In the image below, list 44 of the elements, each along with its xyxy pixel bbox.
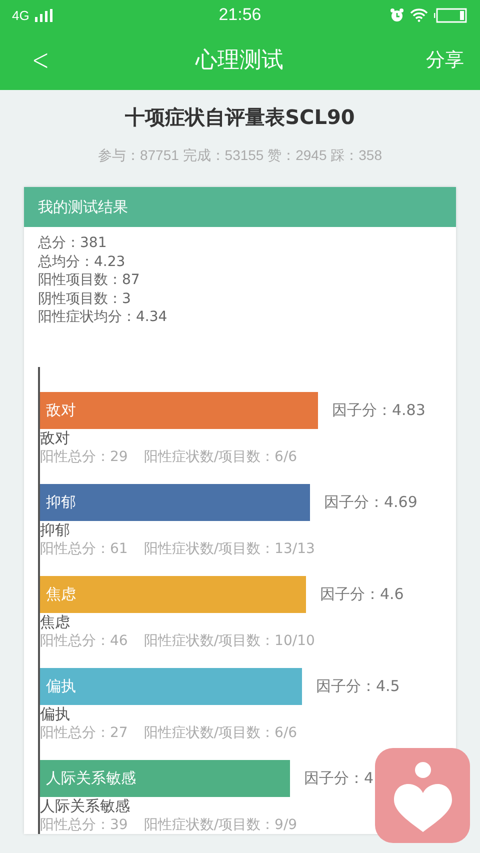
page-title: 心理测试 — [196, 47, 284, 75]
factor-score: 因子分：4.5 — [316, 676, 400, 696]
factor-name: 偏执 — [40, 704, 71, 724]
summary-line: 总均分：4.23 — [38, 252, 126, 271]
card-title: 我的测试结果 — [38, 198, 128, 216]
test-stats: 参与：87751 完成：53155 赞：2945 踩：358 — [96, 147, 384, 165]
positive-ratio: 阳性症状数/项目数：6/6 — [144, 448, 298, 466]
factor-name: 人际关系敏感 — [40, 796, 131, 816]
factor-bar: 偏执 — [40, 668, 302, 704]
network-label: 4G — [12, 8, 30, 22]
positive-total: 阳性总分：61 — [40, 540, 128, 558]
signal-icon — [35, 8, 54, 22]
factor-bar: 敌对 — [40, 392, 318, 428]
factor-bar: 人际关系敏感 — [40, 760, 290, 796]
summary-line: 总分：381 — [38, 234, 108, 252]
factor-bar: 焦虑 — [40, 576, 306, 612]
clock-time: 21:56 — [218, 5, 262, 25]
factor-score: 因子分：4.6 — [320, 584, 404, 604]
alarm-icon — [390, 8, 404, 22]
share-button[interactable]: 分享 — [426, 47, 464, 73]
battery-icon — [434, 8, 468, 22]
factor-score: 因子分：4.69 — [324, 492, 418, 512]
summary-line: 阳性症状均分：4.34 — [38, 308, 168, 326]
factor-name: 焦虑 — [40, 612, 71, 632]
heart-person-icon — [392, 760, 454, 832]
factor-bar: 抑郁 — [40, 484, 310, 520]
test-title: 十项症状自评量表SCL90 — [124, 104, 356, 131]
positive-total: 阳性总分：27 — [40, 724, 128, 742]
positive-total: 阳性总分：39 — [40, 816, 128, 834]
back-button[interactable]: < — [32, 42, 50, 78]
floating-app-button[interactable] — [375, 748, 470, 843]
factor-score: 因子分：4 — [304, 768, 374, 788]
summary-line: 阴性项目数：3 — [38, 290, 132, 308]
positive-total: 阳性总分：46 — [40, 632, 128, 650]
positive-total: 阳性总分：29 — [40, 448, 128, 466]
factor-score: 因子分：4.83 — [332, 400, 426, 420]
factor-name: 抑郁 — [40, 520, 71, 540]
summary-line: 阳性项目数：87 — [38, 271, 141, 290]
factor-name: 敌对 — [40, 428, 71, 448]
positive-ratio: 阳性症状数/项目数：10/10 — [144, 632, 315, 650]
positive-ratio: 阳性症状数/项目数：9/9 — [144, 816, 298, 834]
wifi-icon — [410, 8, 428, 22]
positive-ratio: 阳性症状数/项目数：6/6 — [144, 724, 298, 742]
positive-ratio: 阳性症状数/项目数：13/13 — [144, 540, 315, 558]
